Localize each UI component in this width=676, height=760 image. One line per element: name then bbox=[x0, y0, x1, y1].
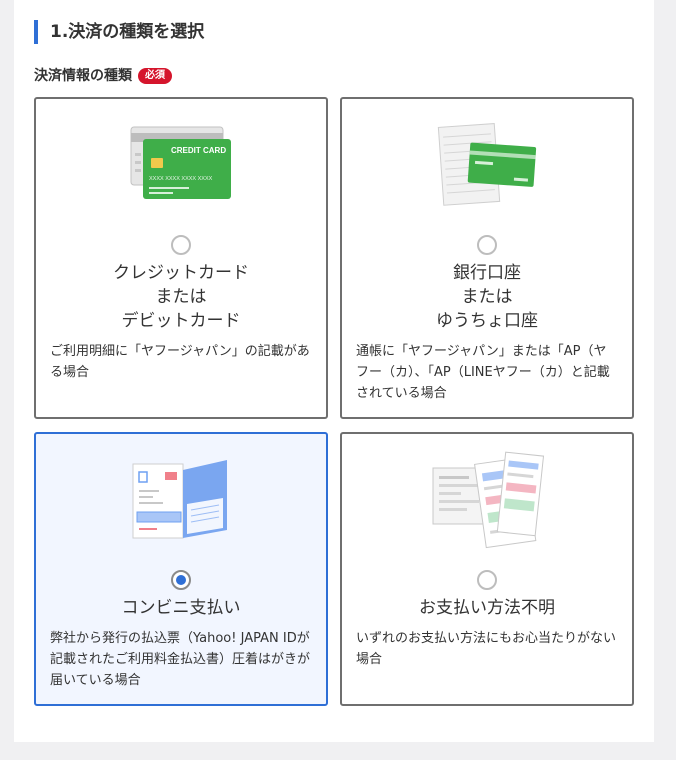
payment-option-convenience-store[interactable]: コンビニ支払い 弊社から発行の払込票（Yahoo! JAPAN IDが記載された… bbox=[34, 432, 328, 706]
option-title-line: コンビニ支払い bbox=[121, 598, 241, 618]
payment-forms-icon bbox=[342, 448, 632, 556]
option-title-line: ゆうちょ口座 bbox=[436, 311, 538, 331]
section-title: 1.決済の種類を選択 bbox=[34, 20, 204, 44]
bank-passbook-icon bbox=[342, 119, 632, 213]
option-title-line: クレジットカード bbox=[113, 263, 249, 283]
field-label: 決済情報の種類 必須 bbox=[34, 66, 172, 86]
payment-option-bank-account[interactable]: 銀行口座 または ゆうちょ口座 通帳に「ヤフージャパン」または「AP（ヤフー（カ… bbox=[340, 97, 634, 419]
option-title-line: または bbox=[155, 287, 207, 307]
option-title-line: デビットカード bbox=[121, 311, 241, 331]
card-number-text: XXXX XXXX XXXX XXXX bbox=[149, 176, 213, 182]
option-title: コンビニ支払い bbox=[36, 596, 326, 620]
option-title: 銀行口座 または ゆうちょ口座 bbox=[342, 261, 632, 333]
option-title-line: または bbox=[461, 287, 513, 307]
required-badge: 必須 bbox=[138, 68, 172, 84]
option-title: お支払い方法不明 bbox=[342, 596, 632, 620]
option-description: いずれのお支払い方法にもお心当たりがない場合 bbox=[356, 631, 617, 667]
convenience-store-slip-icon bbox=[36, 454, 326, 548]
payment-option-unknown[interactable]: お支払い方法不明 いずれのお支払い方法にもお心当たりがない場合 bbox=[340, 432, 634, 706]
option-description: 弊社から発行の払込票（Yahoo! JAPAN IDが記載されたご利用料金払込書… bbox=[50, 631, 311, 688]
radio-credit-card[interactable] bbox=[171, 235, 191, 255]
option-title-line: 銀行口座 bbox=[453, 263, 521, 283]
radio-bank-account[interactable] bbox=[477, 235, 497, 255]
payment-option-credit-card[interactable]: CREDIT CARD XXXX XXXX XXXX XXXX クレジットカード… bbox=[34, 97, 328, 419]
option-title-line: お支払い方法不明 bbox=[419, 598, 555, 618]
option-description: 通帳に「ヤフージャパン」または「AP（ヤフー（カ）、「AP（LINEヤフー（カ）… bbox=[356, 344, 610, 401]
card-brand-text: CREDIT CARD bbox=[171, 146, 226, 155]
radio-unknown[interactable] bbox=[477, 570, 497, 590]
credit-card-icon: CREDIT CARD XXXX XXXX XXXX XXXX bbox=[36, 123, 326, 207]
field-label-text: 決済情報の種類 bbox=[34, 68, 132, 84]
option-description: ご利用明細に「ヤフージャパン」の記載がある場合 bbox=[50, 344, 310, 380]
radio-convenience-store[interactable] bbox=[171, 570, 191, 590]
option-title: クレジットカード または デビットカード bbox=[36, 261, 326, 333]
